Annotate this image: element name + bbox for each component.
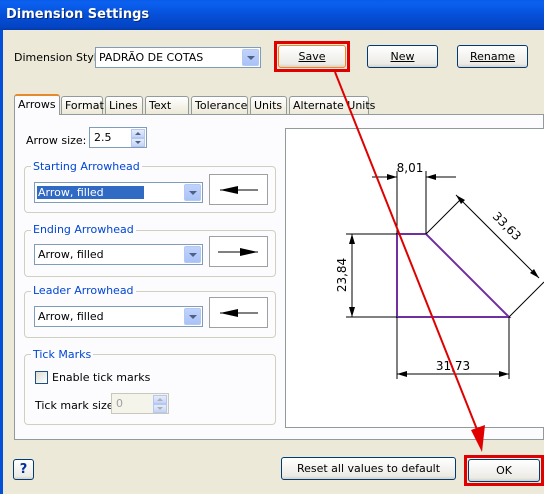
annotation-line: [334, 71, 479, 433]
tab-arrows-label: Arrows: [18, 98, 56, 111]
annotation-arrowhead-icon: [471, 425, 485, 452]
annotation-arrow: [334, 71, 485, 452]
tab-arrows[interactable]: Arrows: [14, 94, 60, 115]
